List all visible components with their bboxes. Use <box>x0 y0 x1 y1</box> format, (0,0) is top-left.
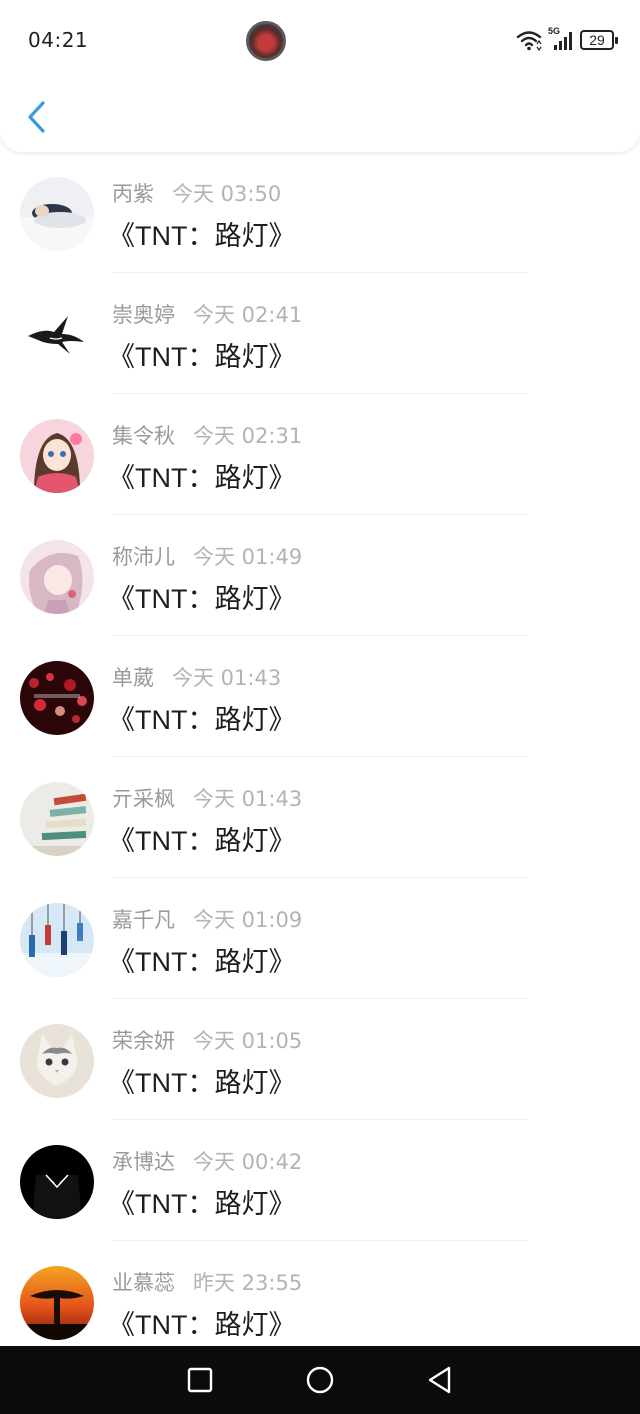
comment-time: 今天 00:42 <box>193 1150 303 1174</box>
anime-pink-icon <box>20 540 94 614</box>
user-name[interactable]: 崇奥婷 <box>112 303 175 327</box>
cat-icon <box>20 1024 94 1098</box>
triangle-back-icon <box>428 1366 451 1394</box>
list-item[interactable]: 亓采枫 今天 01:43 《TNT：路灯》 <box>0 757 640 878</box>
comment-time: 昨天 23:55 <box>193 1271 303 1295</box>
comment-time: 今天 01:05 <box>193 1029 303 1053</box>
list-item[interactable]: 称沛儿 今天 01:49 《TNT：路灯》 <box>0 515 640 636</box>
list-item[interactable]: 丙紫 今天 03:50 《TNT：路灯》 <box>0 152 640 273</box>
comment-meta: 承博达 今天 00:42 <box>112 1146 302 1176</box>
comment-time: 今天 02:41 <box>193 303 303 327</box>
list-item[interactable]: 集令秋 今天 02:31 《TNT：路灯》 <box>0 394 640 515</box>
comment-time: 今天 01:43 <box>193 787 303 811</box>
user-name[interactable]: 业慕蕊 <box>112 1271 175 1295</box>
avatar[interactable] <box>20 540 94 614</box>
wind-chimes-icon <box>20 903 94 977</box>
circle-icon <box>306 1366 334 1394</box>
swallow-bird-icon <box>20 298 94 372</box>
anime-girl-icon <box>20 419 94 493</box>
avatar[interactable] <box>20 782 94 856</box>
avatar[interactable] <box>20 177 94 251</box>
comment-text: 《TNT：路灯》 <box>108 947 296 977</box>
comment-text: 《TNT：路灯》 <box>108 463 296 493</box>
status-time: 04:21 <box>28 28 89 52</box>
comment-meta: 崇奥婷 今天 02:41 <box>112 299 302 329</box>
comment-text: 《TNT：路灯》 <box>108 1310 296 1340</box>
comment-meta: 业慕蕊 昨天 23:55 <box>112 1267 302 1297</box>
red-hearts-bokeh-icon <box>20 661 94 735</box>
comment-time: 今天 02:31 <box>193 424 303 448</box>
sunset-tree-icon <box>20 1266 94 1340</box>
comment-meta: 称沛儿 今天 01:49 <box>112 541 302 571</box>
system-back-button[interactable] <box>420 1360 460 1400</box>
user-name[interactable]: 丙紫 <box>112 182 154 206</box>
comment-time: 今天 01:43 <box>172 666 282 690</box>
suit-tie-icon <box>20 1145 94 1219</box>
avatar[interactable] <box>20 903 94 977</box>
back-button[interactable] <box>18 96 54 138</box>
comment-text: 《TNT：路灯》 <box>108 705 296 735</box>
user-name[interactable]: 集令秋 <box>112 424 175 448</box>
sleeping-person-icon <box>20 177 94 251</box>
list-item[interactable]: 嘉千凡 今天 01:09 《TNT：路灯》 <box>0 878 640 999</box>
user-name[interactable]: 单葳 <box>112 666 154 690</box>
notification-avatar-icon <box>246 21 286 61</box>
comment-meta: 丙紫 今天 03:50 <box>112 178 281 208</box>
comment-text: 《TNT：路灯》 <box>108 584 296 614</box>
square-icon <box>187 1367 213 1393</box>
user-name[interactable]: 亓采枫 <box>112 787 175 811</box>
home-button[interactable] <box>300 1360 340 1400</box>
user-name[interactable]: 承博达 <box>112 1150 175 1174</box>
comment-text: 《TNT：路灯》 <box>108 826 296 856</box>
list-item[interactable]: 荣余妍 今天 01:05 《TNT：路灯》 <box>0 999 640 1120</box>
list-item[interactable]: 业慕蕊 昨天 23:55 《TNT：路灯》 <box>0 1241 640 1362</box>
comment-time: 今天 03:50 <box>172 182 282 206</box>
comment-text: 《TNT：路灯》 <box>108 1068 296 1098</box>
comment-text: 《TNT：路灯》 <box>108 1189 296 1219</box>
wifi-icon <box>516 31 542 51</box>
avatar[interactable] <box>20 1024 94 1098</box>
status-indicators: 5G 29 <box>516 26 618 52</box>
user-name[interactable]: 称沛儿 <box>112 545 175 569</box>
top-header: 04:21 5G 29 <box>0 0 640 152</box>
books-icon <box>20 782 94 856</box>
comment-text: 《TNT：路灯》 <box>108 342 296 372</box>
chevron-left-icon <box>28 101 45 133</box>
recents-button[interactable] <box>180 1360 220 1400</box>
comment-meta: 亓采枫 今天 01:43 <box>112 783 302 813</box>
comment-meta: 集令秋 今天 02:31 <box>112 420 302 450</box>
user-name[interactable]: 嘉千凡 <box>112 908 175 932</box>
status-bar: 04:21 5G 29 <box>0 0 640 80</box>
cellular-signal-icon: 5G <box>548 26 574 52</box>
comment-text: 《TNT：路灯》 <box>108 221 296 251</box>
comment-meta: 嘉千凡 今天 01:09 <box>112 904 302 934</box>
system-nav-bar <box>0 1346 640 1414</box>
comment-meta: 单葳 今天 01:43 <box>112 662 281 692</box>
list-item[interactable]: 承博达 今天 00:42 《TNT：路灯》 <box>0 1120 640 1241</box>
list-item[interactable]: 单葳 今天 01:43 《TNT：路灯》 <box>0 636 640 757</box>
user-name[interactable]: 荣余妍 <box>112 1029 175 1053</box>
avatar[interactable] <box>20 298 94 372</box>
comment-time: 今天 01:09 <box>193 908 303 932</box>
comment-time: 今天 01:49 <box>193 545 303 569</box>
comment-list: 丙紫 今天 03:50 《TNT：路灯》 崇奥婷 今天 02:41 《TNT：路灯》 <box>0 152 640 1362</box>
avatar[interactable] <box>20 1266 94 1340</box>
comment-meta: 荣余妍 今天 01:05 <box>112 1025 302 1055</box>
avatar[interactable] <box>20 1145 94 1219</box>
battery-icon: 29 <box>580 30 618 50</box>
battery-level: 29 <box>589 32 605 48</box>
avatar[interactable] <box>20 661 94 735</box>
avatar[interactable] <box>20 419 94 493</box>
list-item[interactable]: 崇奥婷 今天 02:41 《TNT：路灯》 <box>0 273 640 394</box>
